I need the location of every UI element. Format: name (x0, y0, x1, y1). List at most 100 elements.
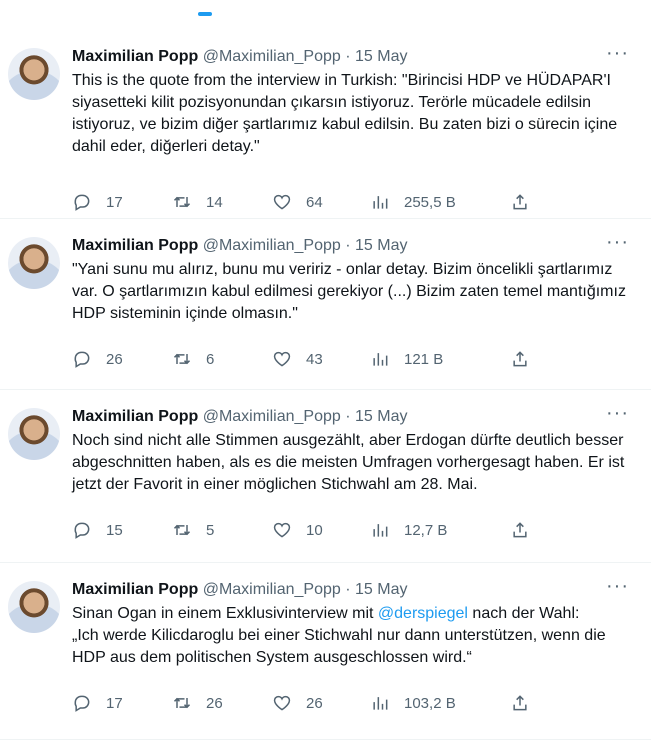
separator: · (345, 581, 351, 598)
like-count: 26 (306, 694, 323, 712)
reply-button[interactable]: 17 (72, 693, 172, 713)
top-strip (0, 0, 651, 30)
view-count: 103,2 B (404, 694, 456, 712)
retweet-button[interactable]: 5 (172, 520, 272, 540)
views-chart-icon (373, 353, 388, 366)
tweet-actions: 17 26 26 103,2 B (72, 693, 611, 713)
share-button[interactable] (510, 192, 530, 212)
tweet[interactable]: Maximilian Popp @Maximilian_Popp · 15 Ma… (0, 563, 651, 740)
views-chart-icon (373, 697, 388, 710)
tweet-date[interactable]: 15 May (355, 581, 407, 598)
share-icon (513, 695, 527, 711)
blue-underline-mark (198, 12, 212, 16)
retweet-count: 14 (206, 193, 223, 211)
retweet-count: 26 (206, 694, 223, 712)
reply-icon (74, 351, 90, 368)
retweet-count: 5 (206, 521, 215, 539)
separator: · (345, 408, 351, 425)
author-name[interactable]: Maximilian Popp (72, 408, 198, 425)
avatar[interactable] (8, 408, 60, 460)
more-options-icon[interactable]: ··· (606, 232, 629, 252)
reply-count: 17 (106, 193, 123, 211)
like-button[interactable]: 26 (272, 693, 370, 713)
tweet-date[interactable]: 15 May (355, 408, 407, 425)
author-handle[interactable]: @Maximilian_Popp (203, 237, 341, 254)
author-handle[interactable]: @Maximilian_Popp (203, 581, 341, 598)
view-count: 255,5 B (404, 193, 456, 211)
author-name[interactable]: Maximilian Popp (72, 237, 198, 254)
like-count: 64 (306, 193, 323, 211)
like-button[interactable]: 10 (272, 520, 370, 540)
tweet-text: "Yani sunu mu alırız, bunu mu veririz - … (72, 261, 626, 322)
retweet-icon (173, 353, 191, 365)
like-count: 43 (306, 350, 323, 368)
tweet-actions: 15 5 10 12,7 B (72, 520, 611, 540)
like-button[interactable]: 43 (272, 349, 370, 369)
mention-link[interactable]: @derspiegel (378, 605, 468, 622)
reply-icon (74, 194, 90, 211)
retweet-icon (173, 196, 191, 208)
views-button[interactable]: 12,7 B (370, 520, 510, 540)
reply-count: 17 (106, 694, 123, 712)
author-name[interactable]: Maximilian Popp (72, 581, 198, 598)
more-options-icon[interactable]: ··· (606, 403, 629, 423)
share-button[interactable] (510, 349, 530, 369)
tweet-text: Sinan Ogan in einem Exklusivinterview mi… (72, 603, 629, 669)
retweet-button[interactable]: 26 (172, 693, 272, 713)
tweet-header: Maximilian Popp @Maximilian_Popp · 15 Ma… (72, 406, 629, 428)
share-button[interactable] (510, 520, 530, 540)
share-icon (513, 351, 527, 367)
reply-count: 26 (106, 350, 123, 368)
views-button[interactable]: 255,5 B (370, 192, 510, 212)
retweet-button[interactable]: 14 (172, 192, 272, 212)
tweet-actions: 17 14 64 255,5 B (72, 192, 611, 212)
tweet-header: Maximilian Popp @Maximilian_Popp · 15 Ma… (72, 235, 629, 257)
tweet[interactable]: Maximilian Popp @Maximilian_Popp · 15 Ma… (0, 390, 651, 563)
retweet-icon (173, 524, 191, 536)
retweet-icon (173, 697, 191, 709)
share-icon (513, 194, 527, 210)
reply-icon (74, 695, 90, 712)
avatar[interactable] (8, 237, 60, 289)
tweet-text: This is the quote from the interview in … (72, 72, 618, 155)
tweet-text-part: Sinan Ogan in einem Exklusivinterview mi… (72, 605, 378, 622)
heart-icon (273, 695, 291, 711)
tweet-actions: 26 6 43 121 B (72, 349, 611, 369)
views-chart-icon (373, 196, 388, 209)
views-button[interactable]: 121 B (370, 349, 510, 369)
author-handle[interactable]: @Maximilian_Popp (203, 48, 341, 65)
view-count: 12,7 B (404, 521, 448, 539)
tweet-date[interactable]: 15 May (355, 48, 407, 65)
views-button[interactable]: 103,2 B (370, 693, 510, 713)
tweet[interactable]: Maximilian Popp @Maximilian_Popp · 15 Ma… (0, 30, 651, 219)
tweet[interactable]: Maximilian Popp @Maximilian_Popp · 15 Ma… (0, 219, 651, 390)
tweet-text: Noch sind nicht alle Stimmen ausgezählt,… (72, 432, 625, 493)
retweet-count: 6 (206, 350, 215, 368)
reply-icon (74, 522, 90, 539)
author-handle[interactable]: @Maximilian_Popp (203, 408, 341, 425)
like-button[interactable]: 64 (272, 192, 370, 212)
view-count: 121 B (404, 350, 444, 368)
heart-icon (273, 351, 291, 367)
more-options-icon[interactable]: ··· (606, 43, 629, 63)
like-count: 10 (306, 521, 323, 539)
retweet-button[interactable]: 6 (172, 349, 272, 369)
share-button[interactable] (510, 693, 530, 713)
tweet-header: Maximilian Popp @Maximilian_Popp · 15 Ma… (72, 46, 629, 68)
separator: · (345, 48, 351, 65)
heart-icon (273, 522, 291, 538)
tweet-date[interactable]: 15 May (355, 237, 407, 254)
heart-icon (273, 194, 291, 210)
separator: · (345, 237, 351, 254)
more-options-icon[interactable]: ··· (606, 576, 629, 596)
share-icon (513, 522, 527, 538)
reply-button[interactable]: 26 (72, 349, 172, 369)
tweet-header: Maximilian Popp @Maximilian_Popp · 15 Ma… (72, 579, 629, 601)
reply-count: 15 (106, 521, 123, 539)
views-chart-icon (373, 524, 388, 537)
reply-button[interactable]: 17 (72, 192, 172, 212)
reply-button[interactable]: 15 (72, 520, 172, 540)
avatar[interactable] (8, 581, 60, 633)
avatar[interactable] (8, 48, 60, 100)
author-name[interactable]: Maximilian Popp (72, 48, 198, 65)
